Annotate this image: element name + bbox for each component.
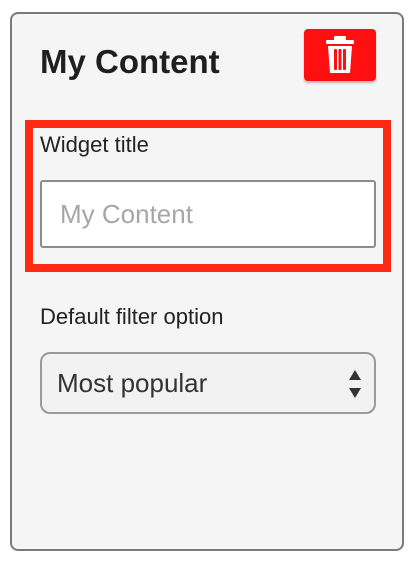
trash-icon <box>323 35 357 75</box>
widget-title-input[interactable] <box>40 180 376 248</box>
select-arrows-icon <box>348 368 362 405</box>
default-filter-value: Most popular <box>57 368 208 398</box>
widget-title-label: Widget title <box>40 132 149 157</box>
default-filter-label: Default filter option <box>40 304 224 329</box>
delete-widget-button[interactable] <box>304 29 376 81</box>
widget-settings-panel <box>10 12 404 551</box>
widget-heading: My Content <box>40 43 220 80</box>
default-filter-select[interactable]: Most popular <box>40 352 376 414</box>
